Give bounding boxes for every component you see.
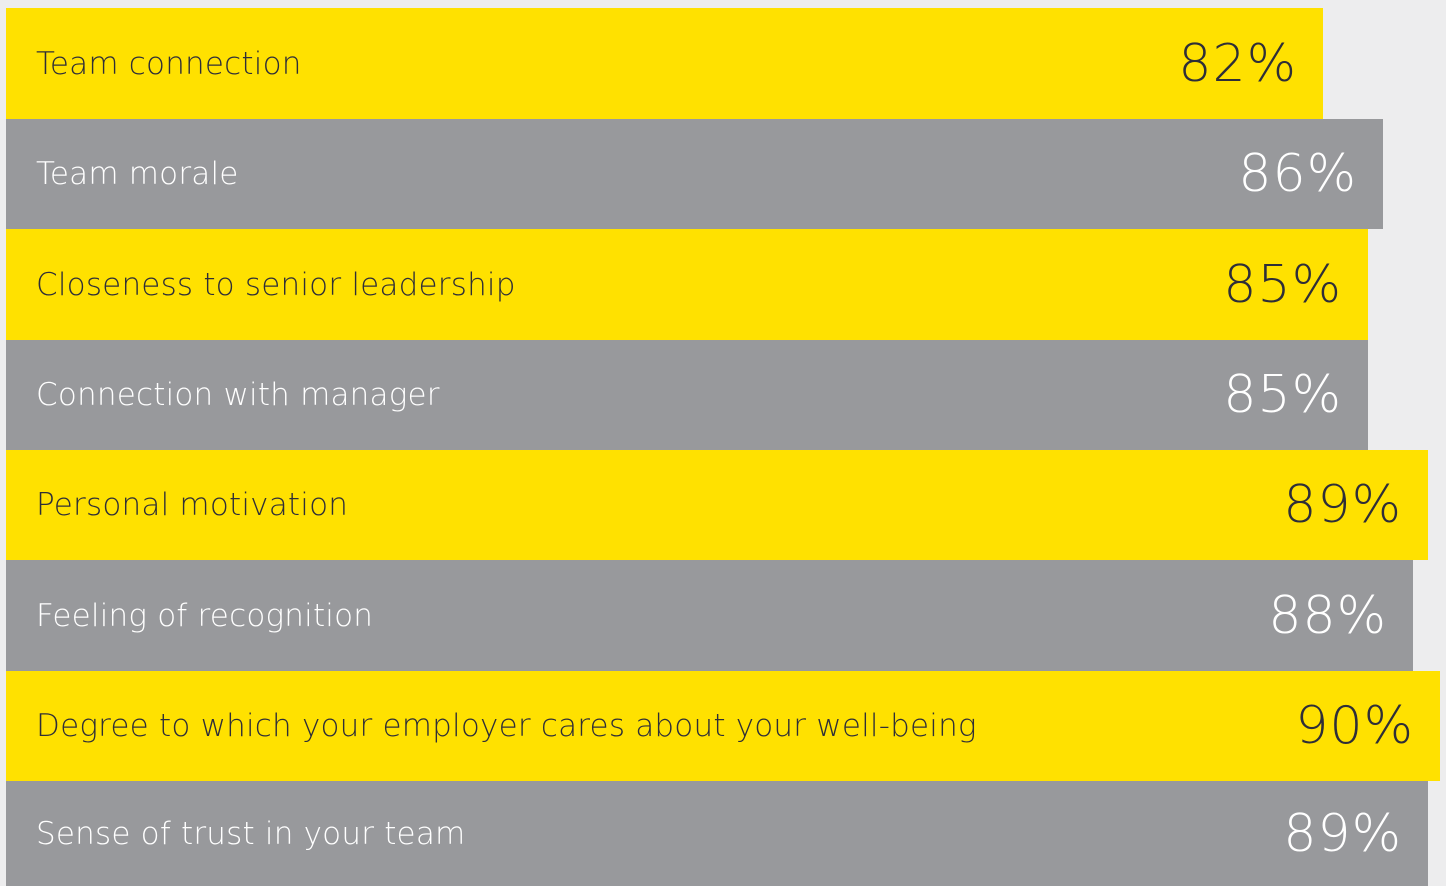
bar-value-label: 89%	[1283, 475, 1402, 535]
bar-grey: Team morale 86%	[6, 119, 1383, 229]
bar-value-label: 88%	[1268, 585, 1387, 646]
bar-value-label: 82%	[1178, 33, 1297, 94]
bar-category-label: Sense of trust in your team	[36, 815, 466, 852]
bar-category-label: Closeness to senior leadership	[36, 266, 516, 303]
bar-value-label: 85%	[1223, 365, 1342, 425]
bar-yellow: Personal motivation 89%	[6, 450, 1428, 560]
bar-value-label: 90%	[1295, 696, 1414, 756]
bar-category-label: Degree to which your employer cares abou…	[36, 708, 977, 744]
bar-grey: Connection with manager 85%	[6, 340, 1368, 450]
bar-category-label: Team morale	[36, 156, 239, 192]
bar-category-label: Team connection	[36, 45, 302, 82]
bar-value-label: 85%	[1223, 254, 1342, 315]
bar-category-label: Personal motivation	[36, 487, 349, 523]
bar-yellow: Closeness to senior leadership 85%	[6, 229, 1368, 340]
bar-yellow: Degree to which your employer cares abou…	[6, 671, 1440, 781]
bar-category-label: Connection with manager	[36, 377, 440, 413]
bar-value-label: 89%	[1283, 803, 1402, 864]
bar-yellow: Team connection 82%	[6, 8, 1323, 119]
bar-grey: Sense of trust in your team 89%	[6, 781, 1428, 886]
horizontal-bar-chart: Team connection 82% Team morale 86% Closenes…	[0, 0, 1446, 886]
bar-value-label: 86%	[1238, 144, 1357, 204]
bar-grey: Feeling of recognition 88%	[6, 560, 1413, 671]
bar-category-label: Feeling of recognition	[36, 597, 374, 634]
